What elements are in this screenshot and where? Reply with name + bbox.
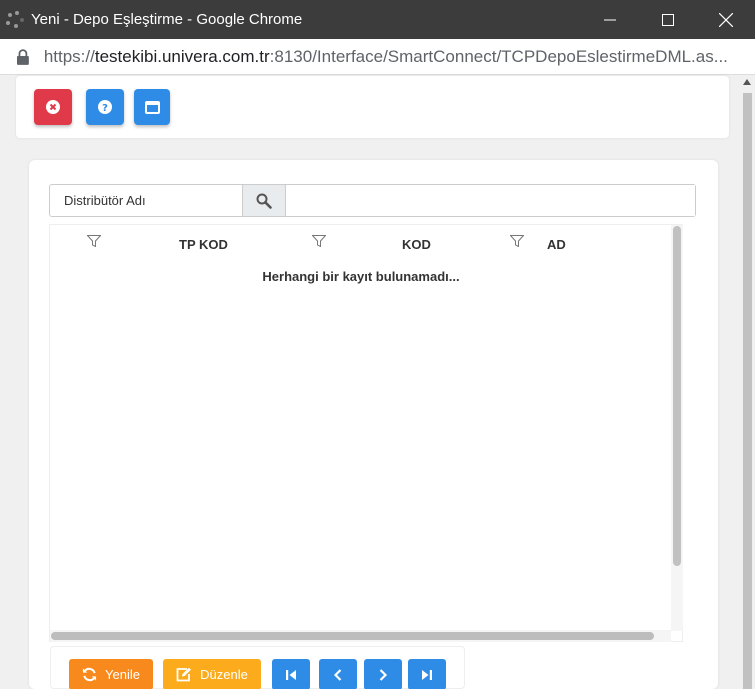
- page-scrollbar-thumb[interactable]: [743, 93, 752, 689]
- chrome-app-icon: [5, 9, 27, 31]
- next-page-button[interactable]: [364, 659, 402, 689]
- help-button[interactable]: ?: [86, 89, 124, 125]
- lock-icon: [16, 48, 29, 65]
- grid-vertical-scrollbar[interactable]: [671, 225, 683, 631]
- maximize-button[interactable]: [639, 0, 697, 39]
- search-input[interactable]: [286, 185, 695, 216]
- refresh-button[interactable]: Yenile: [69, 659, 153, 689]
- last-page-button[interactable]: [408, 659, 446, 689]
- filter-icon[interactable]: [510, 235, 524, 247]
- search-icon: [256, 193, 272, 209]
- previous-page-button[interactable]: [319, 659, 357, 689]
- column-header-kod[interactable]: KOD: [402, 237, 431, 252]
- filter-icon[interactable]: [312, 235, 326, 247]
- toolbar-card: ?: [16, 76, 729, 138]
- first-page-icon: [286, 669, 296, 680]
- question-circle-icon: ?: [98, 100, 112, 114]
- first-page-button[interactable]: [272, 659, 310, 689]
- refresh-button-label: Yenile: [105, 667, 140, 682]
- window-icon: [144, 100, 160, 114]
- column-header-tp-kod[interactable]: TP KOD: [179, 237, 228, 252]
- svg-text:?: ?: [102, 103, 108, 114]
- window-button[interactable]: [134, 89, 170, 125]
- grid-vertical-scrollbar-thumb[interactable]: [673, 226, 681, 566]
- grid-horizontal-scrollbar-thumb[interactable]: [51, 632, 654, 640]
- main-card: Distribütör Adı TP KOD KOD AD Herhangi b…: [29, 160, 718, 689]
- edit-icon: [176, 667, 192, 682]
- empty-grid-message: Herhangi bir kayıt bulunamadı...: [262, 269, 460, 284]
- grid-horizontal-scrollbar[interactable]: [50, 630, 671, 642]
- window-title: Yeni - Depo Eşleştirme - Google Chrome: [31, 11, 303, 28]
- minimize-button[interactable]: [581, 0, 639, 39]
- search-group: Distribütör Adı: [49, 184, 696, 217]
- search-button[interactable]: [243, 185, 286, 216]
- search-field-label: Distribütör Adı: [50, 185, 243, 216]
- window-titlebar: Yeni - Depo Eşleştirme - Google Chrome: [0, 0, 755, 39]
- data-grid: TP KOD KOD AD Herhangi bir kayıt bulunam…: [49, 224, 683, 642]
- last-page-icon: [422, 669, 432, 680]
- refresh-icon: [82, 667, 97, 682]
- minimize-icon: [604, 19, 616, 20]
- grid-header: TP KOD KOD AD: [50, 225, 672, 261]
- chevron-left-icon: [333, 668, 342, 681]
- column-header-ad[interactable]: AD: [547, 237, 566, 252]
- filter-icon[interactable]: [87, 235, 101, 247]
- address-bar[interactable]: https://testekibi.univera.com.tr:8130/In…: [0, 39, 755, 75]
- close-window-button[interactable]: [697, 0, 755, 39]
- page-scrollbar[interactable]: [740, 75, 755, 689]
- chevron-right-icon: [379, 668, 388, 681]
- edit-button-label: Düzenle: [200, 667, 248, 682]
- close-circle-icon: [46, 100, 60, 114]
- maximize-icon: [662, 13, 674, 26]
- url-text[interactable]: https://testekibi.univera.com.tr:8130/In…: [44, 47, 755, 67]
- action-bar: Yenile Düzenle: [50, 646, 465, 689]
- edit-button[interactable]: Düzenle: [163, 659, 261, 689]
- close-form-button[interactable]: [34, 89, 72, 125]
- scroll-up-icon[interactable]: [743, 79, 751, 85]
- close-icon: [719, 12, 733, 27]
